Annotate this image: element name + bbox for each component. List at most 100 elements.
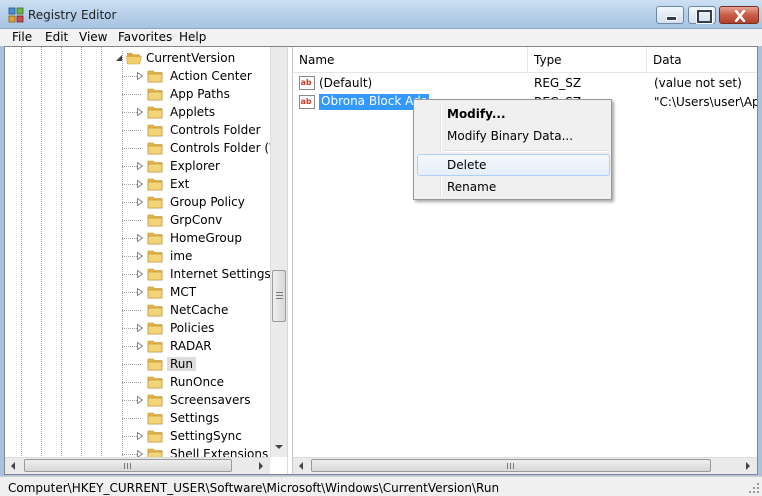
tree-node[interactable]: Action Center: [5, 67, 271, 85]
tree-node[interactable]: Applets: [5, 103, 271, 121]
grip-icon: [507, 463, 514, 469]
expand-arrow-icon[interactable]: [136, 72, 144, 80]
tree-node[interactable]: Explorer: [5, 157, 271, 175]
tree-node-label: Applets: [170, 105, 216, 119]
folder-icon: [147, 70, 163, 83]
context-menu-delete[interactable]: Delete: [417, 154, 610, 176]
tree-node[interactable]: Controls Folder (Wo: [5, 139, 287, 157]
tree-vertical-scroll-thumb[interactable]: [272, 270, 286, 322]
column-header-name[interactable]: Name: [293, 47, 528, 73]
expand-arrow-icon[interactable]: [136, 252, 144, 260]
scroll-right-arrow-icon[interactable]: [746, 462, 750, 470]
context-menu-modify[interactable]: Modify...: [417, 103, 610, 125]
context-menu-modify-binary[interactable]: Modify Binary Data...: [417, 125, 610, 147]
tree-node[interactable]: RunOnce: [5, 373, 271, 391]
column-header-data[interactable]: Data: [647, 47, 757, 73]
tree-connector-line: [122, 148, 142, 149]
folder-icon: [147, 322, 163, 335]
list-header: Name Type Data: [293, 47, 757, 73]
context-menu-rename[interactable]: Rename: [417, 176, 610, 198]
tree-node-parent[interactable]: CurrentVersion: [5, 49, 271, 67]
menu-bar: File Edit View Favorites Help: [0, 29, 762, 46]
folder-icon: [147, 160, 163, 173]
tree-node-label: SettingSync: [170, 429, 242, 443]
close-button[interactable]: [719, 6, 759, 24]
tree-node[interactable]: Group Policy: [5, 193, 271, 211]
minimize-button[interactable]: [656, 6, 684, 24]
tree-node[interactable]: Policies: [5, 319, 271, 337]
tree-node[interactable]: Internet Settings: [5, 265, 271, 283]
tree-horizontal-scroll-thumb[interactable]: [24, 459, 232, 472]
menu-help[interactable]: Help: [179, 30, 206, 44]
tree-node[interactable]: SettingSync: [5, 427, 271, 445]
scroll-right-arrow-icon[interactable]: [259, 462, 263, 470]
list-horizontal-scrollbar[interactable]: [293, 457, 757, 474]
list-horizontal-scroll-thumb[interactable]: [311, 459, 711, 472]
expand-arrow-icon[interactable]: [136, 324, 144, 332]
scroll-down-arrow-icon[interactable]: [275, 445, 283, 449]
expand-arrow-icon[interactable]: [136, 396, 144, 404]
folder-icon: [147, 286, 163, 299]
tree-node-label: App Paths: [170, 87, 230, 101]
tree-connector-line: [122, 130, 142, 131]
expand-arrow-icon[interactable]: [136, 180, 144, 188]
tree-node[interactable]: MCT: [5, 283, 271, 301]
tree-node-label: Controls Folder: [170, 123, 261, 137]
tree-node-label: RADAR: [170, 339, 212, 353]
menu-favorites[interactable]: Favorites: [118, 30, 172, 44]
expand-arrow-icon[interactable]: [136, 432, 144, 440]
registry-editor-icon: [8, 7, 24, 23]
menu-view[interactable]: View: [79, 30, 107, 44]
maximize-button[interactable]: [688, 6, 716, 24]
value-data-cell: (value not set): [654, 76, 742, 90]
tree-node-label: CurrentVersion: [146, 51, 236, 65]
folder-icon: [147, 304, 163, 317]
tree-node[interactable]: NetCache: [5, 301, 271, 319]
registry-tree[interactable]: CurrentVersion Action Center App Paths App…: [5, 47, 288, 474]
status-bar: Computer\HKEY_CURRENT_USER\Software\Micr…: [0, 476, 762, 496]
tree-node[interactable]: Controls Folder: [5, 121, 271, 139]
tree-node[interactable]: HomeGroup: [5, 229, 271, 247]
tree-node[interactable]: RADAR: [5, 337, 271, 355]
tree-node[interactable]: App Paths: [5, 85, 271, 103]
tree-node-label: NetCache: [170, 303, 229, 317]
resize-grip-icon[interactable]: [748, 482, 760, 494]
grip-icon: [276, 292, 283, 299]
folder-icon: [147, 250, 163, 263]
tree-node-label: Run: [167, 357, 197, 371]
tree-connector-line: [122, 220, 142, 221]
tree-node-label: RunOnce: [170, 375, 225, 389]
folder-icon: [147, 232, 163, 245]
close-icon: [734, 10, 746, 22]
tree-node[interactable]: Settings: [5, 409, 271, 427]
tree-vertical-scrollbar[interactable]: [270, 47, 287, 457]
tree-node[interactable]: Screensavers: [5, 391, 271, 409]
tree-node[interactable]: ime: [5, 247, 271, 265]
menu-file[interactable]: File: [12, 30, 32, 44]
string-value-icon: ab: [299, 95, 315, 109]
tree-node-label: Settings: [170, 411, 220, 425]
tree-horizontal-scrollbar[interactable]: [5, 457, 270, 474]
tree-connector-line: [122, 418, 142, 419]
scroll-left-arrow-icon[interactable]: [11, 462, 15, 470]
table-row[interactable]: ab (Default) REG_SZ (value not set): [293, 74, 757, 92]
collapse-arrow-icon[interactable]: [115, 54, 123, 62]
expand-arrow-icon[interactable]: [136, 198, 144, 206]
tree-node[interactable]: Ext: [5, 175, 271, 193]
tree-node-label: Screensavers: [170, 393, 251, 407]
expand-arrow-icon[interactable]: [136, 270, 144, 278]
expand-arrow-icon[interactable]: [136, 288, 144, 296]
folder-icon: [147, 340, 163, 353]
tree-node[interactable]: GrpConv: [5, 211, 271, 229]
folder-icon: [147, 106, 163, 119]
expand-arrow-icon[interactable]: [136, 162, 144, 170]
tree-node[interactable]: Run: [5, 355, 271, 373]
tree-connector-line: [122, 94, 142, 95]
expand-arrow-icon[interactable]: [136, 342, 144, 350]
tree-node-label: GrpConv: [170, 213, 223, 227]
expand-arrow-icon[interactable]: [136, 234, 144, 242]
column-header-type[interactable]: Type: [528, 47, 647, 73]
menu-edit[interactable]: Edit: [45, 30, 68, 44]
scroll-left-arrow-icon[interactable]: [299, 462, 303, 470]
expand-arrow-icon[interactable]: [136, 108, 144, 116]
